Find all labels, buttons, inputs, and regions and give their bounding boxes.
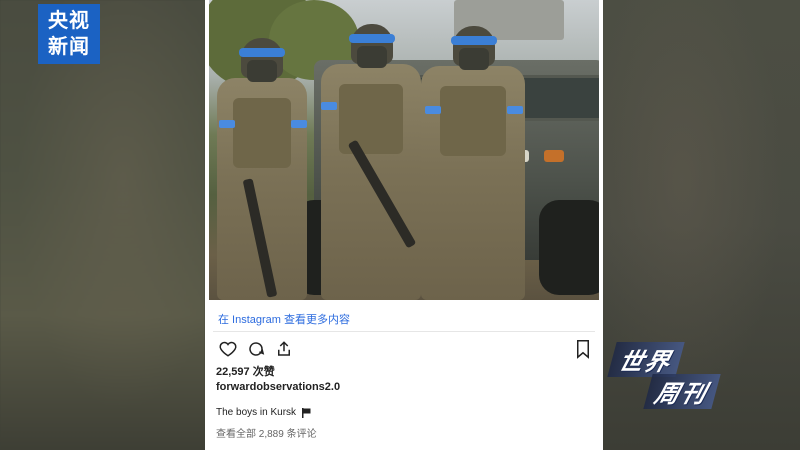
post-username[interactable]: forwardobservations2.0 — [216, 381, 340, 393]
blurred-background-left — [0, 0, 205, 450]
soldier-right — [421, 26, 525, 300]
share-icon[interactable] — [274, 339, 294, 359]
heart-icon[interactable] — [218, 339, 238, 359]
world-weekly-watermark: 世界 周刊 — [607, 340, 721, 410]
cctv-news-logo: 央视 新闻 — [38, 4, 100, 64]
post-photo — [209, 0, 599, 300]
instagram-post-card: 在 Instagram 查看更多内容 22,597 次赞 forwardobse… — [205, 0, 603, 450]
soldier-center — [321, 24, 421, 300]
view-on-instagram-link[interactable]: 在 Instagram 查看更多内容 — [218, 311, 350, 327]
post-caption: The boys in Kursk — [216, 407, 311, 418]
soldier-left — [217, 38, 307, 300]
flag-icon — [302, 407, 311, 418]
post-action-bar — [218, 339, 294, 359]
comment-icon[interactable] — [246, 339, 266, 359]
vehicle-light — [544, 150, 564, 162]
like-count[interactable]: 22,597 次赞 — [216, 363, 275, 379]
watermark-line-2: 周刊 — [643, 374, 721, 409]
caption-text: The boys in Kursk — [216, 407, 297, 418]
view-all-comments-link[interactable]: 查看全部 2,889 条评论 — [216, 425, 317, 440]
divider — [213, 331, 595, 332]
vehicle-wheel — [539, 200, 599, 295]
logo-line-1: 央视 — [48, 10, 90, 32]
watermark-line-1: 世界 — [607, 342, 685, 377]
logo-line-2: 新闻 — [48, 36, 90, 58]
bookmark-icon[interactable] — [574, 339, 594, 359]
